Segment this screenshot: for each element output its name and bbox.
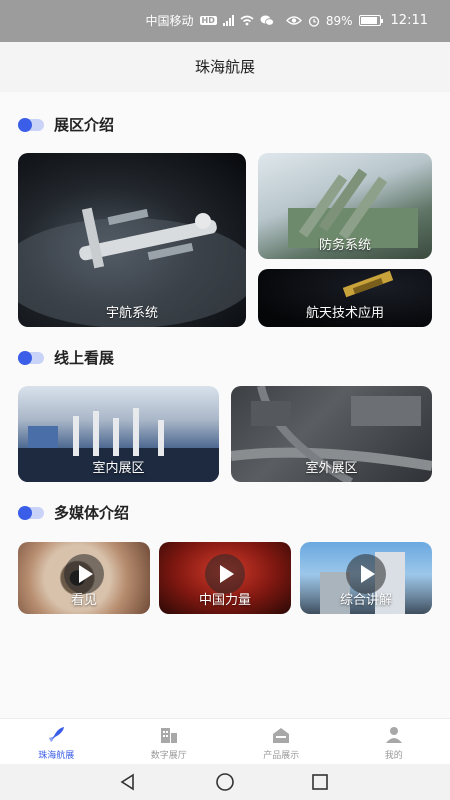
section-header-media: 多媒体介绍 <box>18 502 129 523</box>
battery-percent: 89% <box>325 13 353 28</box>
tab-label: 数字展厅 <box>150 751 187 761</box>
section-title: 多媒体介绍 <box>54 504 130 522</box>
rocket-icon <box>46 726 66 744</box>
play-icon[interactable] <box>64 554 104 594</box>
signal-icon <box>222 15 234 26</box>
section-title: 线上看展 <box>54 349 115 367</box>
section-toggle-icon <box>18 505 44 520</box>
back-icon[interactable] <box>118 772 138 792</box>
card-label: 室外展区 <box>305 461 358 476</box>
section-title: 展区介绍 <box>54 116 115 134</box>
card-label: 室内展区 <box>92 461 145 476</box>
battery-icon <box>358 15 383 26</box>
system-nav-bar <box>0 764 450 800</box>
card-label: 宇航系统 <box>105 306 158 321</box>
card-label: 防务系统 <box>318 238 371 253</box>
play-icon[interactable] <box>205 554 245 594</box>
section-toggle-icon <box>18 350 44 365</box>
tab-products[interactable]: 产品展示 <box>225 719 338 764</box>
card-indoor-hall[interactable]: 室内展区 <box>18 386 219 482</box>
hd-badge: HD <box>199 16 217 25</box>
tab-label: 珠海航展 <box>38 751 75 761</box>
tab-zhuhai-airshow[interactable]: 珠海航展 <box>0 719 113 764</box>
home-icon[interactable] <box>214 772 236 792</box>
user-icon <box>384 726 404 744</box>
recent-apps-icon[interactable] <box>310 772 330 792</box>
section-header-online: 线上看展 <box>18 347 114 368</box>
page-title: 珠海航展 <box>0 42 450 92</box>
status-bar: 中国移动 HD 89% 12:11 <box>0 0 450 42</box>
space-station-image <box>18 207 246 327</box>
card-label: 综合讲解 <box>339 593 392 608</box>
box-icon <box>271 726 291 744</box>
bottom-tab-bar: 珠海航展 数字展厅 产品展示 我的 <box>0 718 450 764</box>
tab-digital-hall[interactable]: 数字展厅 <box>113 719 226 764</box>
wifi-icon <box>240 15 254 26</box>
card-label: 航天技术应用 <box>305 306 384 321</box>
wechat-icon <box>260 15 274 26</box>
tab-label: 我的 <box>384 751 403 761</box>
alarm-icon <box>308 15 320 27</box>
status-time: 12:11 <box>390 13 428 28</box>
eye-icon <box>285 16 302 25</box>
card-defense-system[interactable]: 防务系统 <box>258 153 432 259</box>
card-outdoor-area[interactable]: 室外展区 <box>231 386 432 482</box>
card-label: 看见 <box>70 593 97 608</box>
building-icon <box>159 726 179 744</box>
card-astronautics-system[interactable]: 宇航系统 <box>18 153 246 327</box>
carrier-label: 中国移动 <box>145 14 194 28</box>
tab-mine[interactable]: 我的 <box>338 719 450 764</box>
video-card-china-power[interactable]: 中国力量 <box>159 542 291 614</box>
video-card-see[interactable]: 看见 <box>18 542 150 614</box>
card-label: 中国力量 <box>198 593 251 608</box>
video-card-overview[interactable]: 综合讲解 <box>300 542 432 614</box>
card-space-tech-application[interactable]: 航天技术应用 <box>258 269 432 327</box>
section-toggle-icon <box>18 117 44 132</box>
tab-label: 产品展示 <box>263 751 300 761</box>
play-icon[interactable] <box>346 554 386 594</box>
section-header-exhibition: 展区介绍 <box>18 114 114 135</box>
